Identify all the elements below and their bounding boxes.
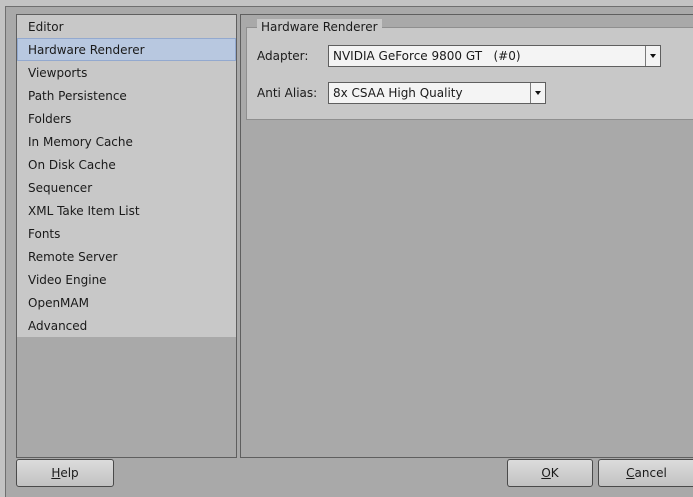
ok-label: K	[550, 466, 559, 480]
help-label: elp	[60, 466, 79, 480]
sidebar-item-in-memory-cache[interactable]: In Memory Cache	[17, 130, 236, 153]
adapter-dropdown[interactable]: NVIDIA GeForce 9800 GT (#0)	[328, 45, 661, 67]
sidebar-item-fonts[interactable]: Fonts	[17, 222, 236, 245]
adapter-value: NVIDIA GeForce 9800 GT (#0)	[333, 49, 521, 63]
sidebar-item-xml-take-item-list[interactable]: XML Take Item List	[17, 199, 236, 222]
hardware-renderer-group: Hardware Renderer Adapter: NVIDIA GeForc…	[246, 19, 693, 120]
sidebar-item-editor[interactable]: Editor	[17, 15, 236, 38]
ok-button[interactable]: OK	[507, 459, 593, 487]
help-mnemonic: H	[51, 466, 61, 480]
antialias-value: 8x CSAA High Quality	[333, 86, 463, 100]
cancel-label: ancel	[634, 466, 667, 480]
antialias-label: Anti Alias:	[257, 86, 318, 100]
sidebar-item-openmam[interactable]: OpenMAM	[17, 291, 236, 314]
preferences-dialog: Editor Hardware Renderer Viewports Path Per…	[5, 6, 693, 497]
help-button[interactable]: Help	[16, 459, 114, 487]
sidebar-item-on-disk-cache[interactable]: On Disk Cache	[17, 153, 236, 176]
sidebar-item-folders[interactable]: Folders	[17, 107, 236, 130]
sidebar-item-hardware-renderer[interactable]: Hardware Renderer	[17, 38, 236, 61]
cancel-mnemonic: C	[626, 466, 635, 480]
adapter-label: Adapter:	[257, 49, 309, 63]
sidebar-item-path-persistence[interactable]: Path Persistence	[17, 84, 236, 107]
category-list: Editor Hardware Renderer Viewports Path Per…	[17, 15, 236, 337]
cancel-button[interactable]: Cancel	[598, 459, 693, 487]
sidebar-item-sequencer[interactable]: Sequencer	[17, 176, 236, 199]
adapter-dropdown-arrow[interactable]	[645, 46, 660, 66]
group-title: Hardware Renderer	[257, 19, 382, 35]
sidebar-item-remote-server[interactable]: Remote Server	[17, 245, 236, 268]
settings-panel: Hardware Renderer Adapter: NVIDIA GeForc…	[240, 14, 693, 458]
antialias-dropdown[interactable]: 8x CSAA High Quality	[328, 82, 546, 104]
sidebar-item-video-engine[interactable]: Video Engine	[17, 268, 236, 291]
antialias-dropdown-arrow[interactable]	[530, 83, 545, 103]
sidebar-item-viewports[interactable]: Viewports	[17, 61, 236, 84]
sidebar-item-advanced[interactable]: Advanced	[17, 314, 236, 337]
ok-mnemonic: O	[541, 466, 551, 480]
category-sidebar: Editor Hardware Renderer Viewports Path Per…	[16, 14, 237, 458]
chevron-down-icon	[535, 91, 541, 95]
chevron-down-icon	[650, 54, 656, 58]
